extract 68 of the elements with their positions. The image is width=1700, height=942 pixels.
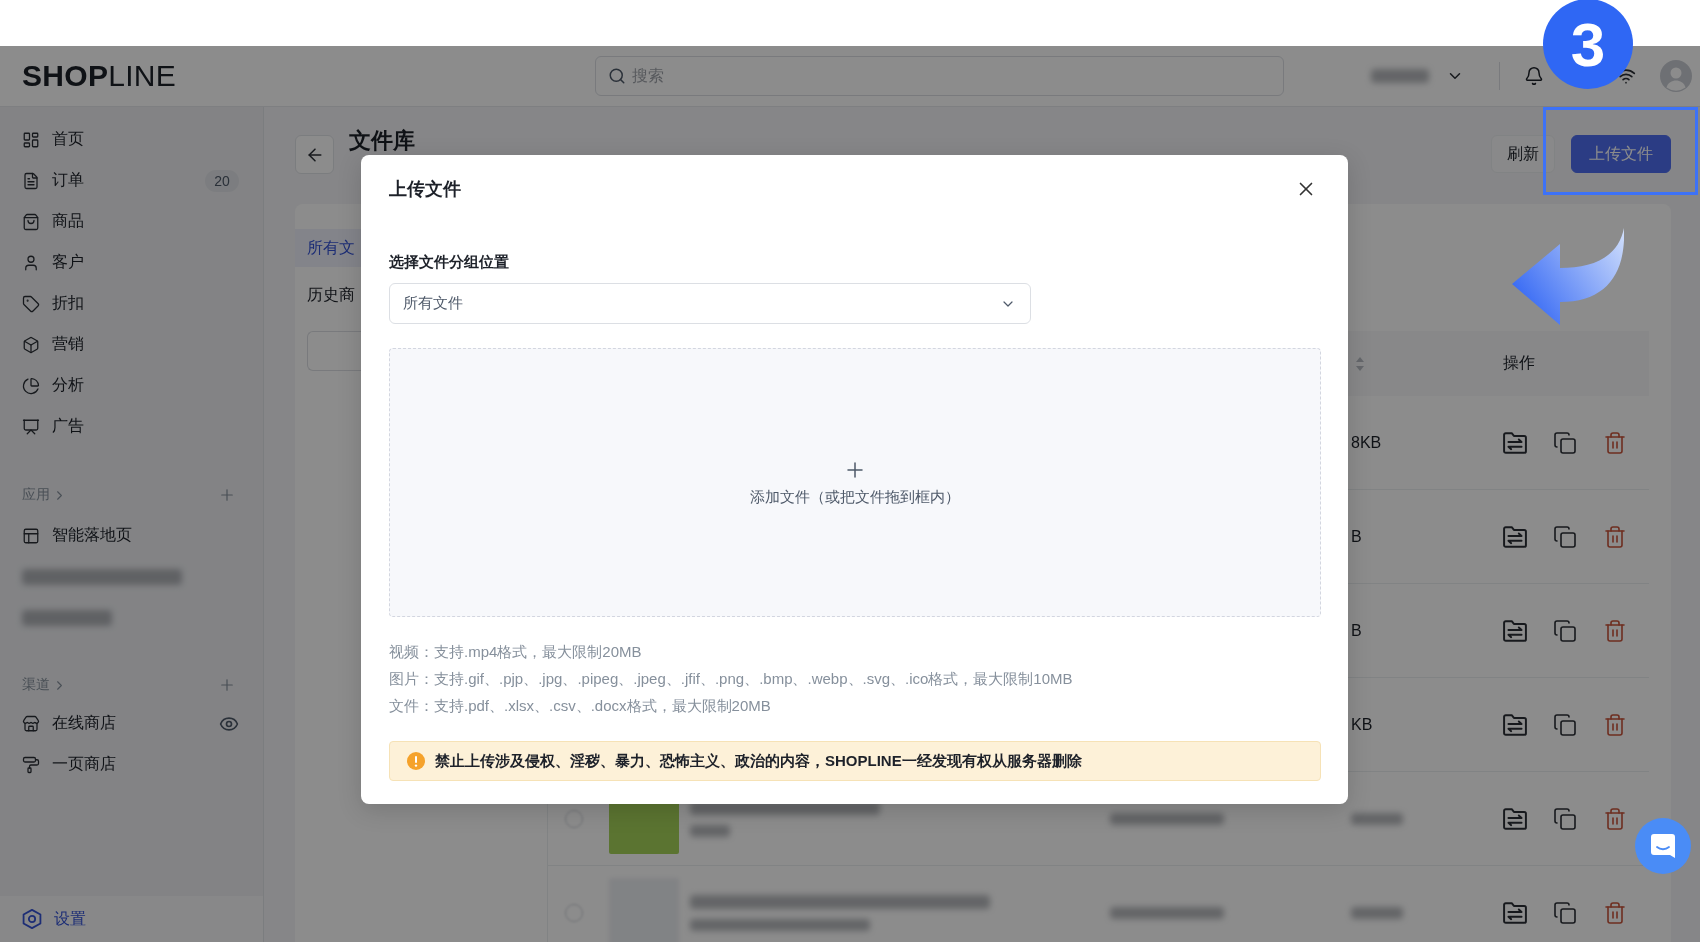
nav-item[interactable]: 分析 xyxy=(0,365,263,406)
back-button[interactable] xyxy=(295,135,334,174)
file-size-text: B xyxy=(1351,527,1363,546)
folder-arrows-icon[interactable] xyxy=(1503,712,1527,737)
group-search-field[interactable] xyxy=(307,331,363,371)
nav-item[interactable]: 营销 xyxy=(0,324,263,365)
shopping-bag-icon xyxy=(22,212,40,231)
copy-icon[interactable] xyxy=(1553,712,1577,737)
folder-arrows-icon[interactable] xyxy=(1503,618,1527,643)
file-size-text: KB xyxy=(1351,715,1374,734)
upload-button[interactable]: 上传文件 xyxy=(1571,135,1671,173)
shopline-logo: SHOPLINE xyxy=(22,59,178,93)
dashboard-icon xyxy=(22,130,40,149)
chat-bubble-icon xyxy=(1650,833,1676,859)
nav-item[interactable]: 智能落地页 xyxy=(0,515,263,556)
presentation-icon xyxy=(22,417,40,436)
bell-icon[interactable] xyxy=(1524,66,1544,86)
nav-item[interactable]: 在线商店 xyxy=(0,703,263,744)
group-item[interactable]: 历史商 xyxy=(295,276,362,314)
cube-icon xyxy=(22,335,40,354)
group-select[interactable]: 所有文件 xyxy=(389,283,1031,324)
field-label: 选择文件分组位置 xyxy=(389,252,510,272)
refresh-button[interactable]: 刷新 xyxy=(1491,135,1555,173)
settings-icon xyxy=(22,909,42,929)
pie-chart-icon xyxy=(22,376,40,395)
upload-dropzone[interactable]: 添加文件（或把文件拖到框内） xyxy=(389,348,1321,617)
copy-icon[interactable] xyxy=(1553,806,1577,831)
file-size-text: B xyxy=(1351,621,1363,640)
group-item[interactable]: 所有文 xyxy=(295,229,362,267)
nav-item[interactable]: 客户 xyxy=(0,242,263,283)
trash-icon[interactable] xyxy=(1603,806,1627,831)
folder-arrows-icon[interactable] xyxy=(1503,524,1527,549)
trash-icon[interactable] xyxy=(1603,430,1627,455)
trash-icon[interactable] xyxy=(1603,900,1627,925)
nav-item[interactable]: 订单 20 xyxy=(0,160,263,201)
format-hint: 文件：支持.pdf、.xlsx、.csv、.docx格式，最大限制20MB xyxy=(389,696,772,716)
copy-icon[interactable] xyxy=(1553,900,1577,925)
column-header: 操作 xyxy=(1503,353,1535,373)
folder-arrows-icon[interactable] xyxy=(1503,900,1527,925)
format-hint: 视频：支持.mp4格式，最大限制20MB xyxy=(389,642,643,662)
trash-icon[interactable] xyxy=(1603,618,1627,643)
layout-icon xyxy=(22,526,40,545)
format-hint: 图片：支持.gif、.pjp、.jpg、.pipeg、.jpeg、.jfif、.png、.bmp、.webp、.svg、.ico格式，最大限制10MB xyxy=(389,669,1074,689)
nav-item[interactable]: 首页 xyxy=(0,119,263,160)
document-icon xyxy=(22,171,40,190)
trash-icon[interactable] xyxy=(1603,712,1627,737)
paint-roller-icon xyxy=(22,755,40,774)
warning-icon xyxy=(407,752,425,770)
file-size-text: 8KB xyxy=(1351,433,1383,452)
page-title: 文件库 xyxy=(349,129,415,153)
copy-icon[interactable] xyxy=(1553,618,1577,643)
warning-text: 禁止上传涉及侵权、淫秽、暴力、恐怖主义、政治的内容，SHOPLINE一经发现有权从服务器删除 xyxy=(435,751,1082,771)
nav-item[interactable]: 设置 xyxy=(0,896,263,942)
dialog-title: 上传文件 xyxy=(389,178,461,201)
search-icon xyxy=(608,67,626,85)
folder-arrows-icon[interactable] xyxy=(1503,430,1527,455)
store-icon xyxy=(22,714,40,733)
nav-item[interactable]: 商品 xyxy=(0,201,263,242)
count-badge: 20 xyxy=(205,169,239,192)
nav-item[interactable]: 广告 xyxy=(0,406,263,447)
folder-arrows-icon[interactable] xyxy=(1503,806,1527,831)
user-icon xyxy=(22,253,40,272)
copy-icon[interactable] xyxy=(1553,524,1577,549)
copy-icon[interactable] xyxy=(1553,430,1577,455)
tag-icon xyxy=(22,294,40,313)
nav-item[interactable]: 一页商店 xyxy=(0,744,263,785)
nav-item[interactable]: 折扣 xyxy=(0,283,263,324)
trash-icon[interactable] xyxy=(1603,524,1627,549)
